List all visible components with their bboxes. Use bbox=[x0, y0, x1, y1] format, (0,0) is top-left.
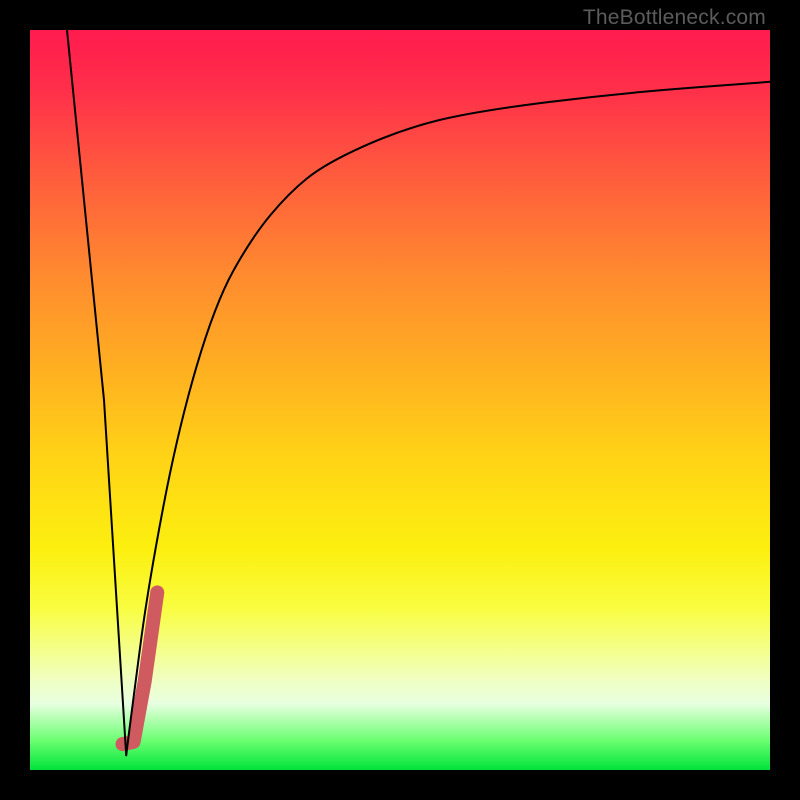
highlight-segment bbox=[123, 592, 158, 744]
right-branch-line bbox=[126, 82, 770, 755]
watermark-text: TheBottleneck.com bbox=[583, 6, 766, 30]
left-branch-line bbox=[67, 30, 126, 755]
plot-area bbox=[30, 30, 770, 770]
curve-layer bbox=[30, 30, 770, 770]
chart-frame: TheBottleneck.com bbox=[0, 0, 800, 800]
